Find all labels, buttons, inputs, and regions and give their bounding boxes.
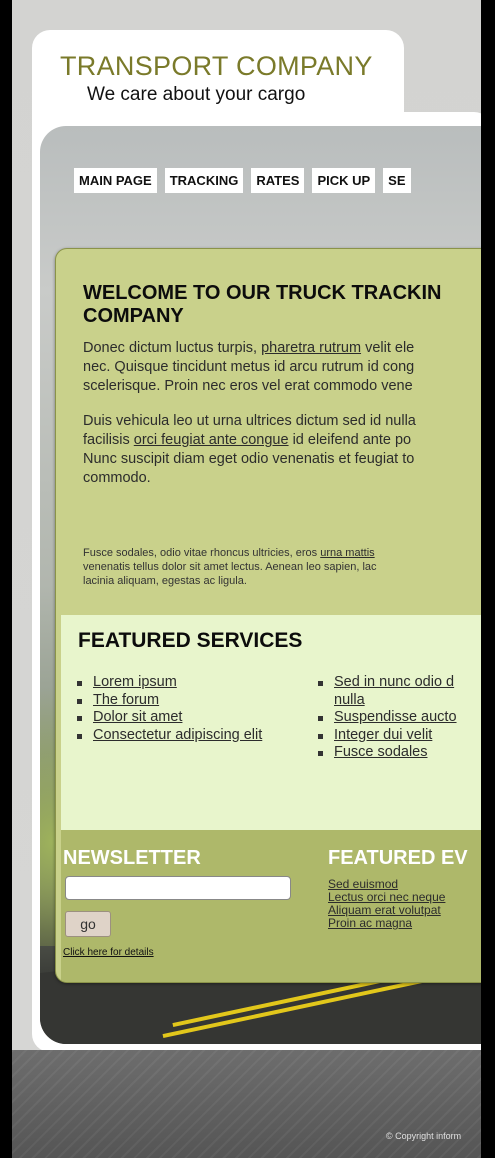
newsletter-email-input[interactable] bbox=[65, 876, 291, 900]
copyright-text: © Copyright inform bbox=[386, 1131, 462, 1141]
welcome-paragraph-3: Fusce sodales, odio vitae rhoncus ultric… bbox=[83, 546, 377, 588]
footer-band bbox=[12, 1050, 481, 1158]
welcome-paragraph-2: Duis vehicula leo ut urna ultrices dictu… bbox=[83, 412, 416, 488]
newsletter-events-band: NEWSLETTER go Click here for details FEA… bbox=[61, 830, 481, 982]
list-item: Integer dui velit bbox=[318, 727, 457, 745]
bullet-icon bbox=[77, 733, 82, 739]
bullet-icon bbox=[318, 751, 323, 756]
paragraph-text: scelerisque. Proin nec eros vel erat com… bbox=[83, 378, 413, 394]
paragraph-text: Duis vehicula leo ut urna ultrices dictu… bbox=[83, 413, 416, 429]
newsletter-go-button[interactable]: go bbox=[65, 911, 111, 937]
site-title[interactable]: TRANSPORT COMPANY bbox=[60, 51, 373, 82]
paragraph-text: nec. Quisque tincidunt metus id arcu rut… bbox=[83, 359, 415, 375]
list-item: Sed in nunc odio d bbox=[318, 674, 457, 692]
list-item: nulla bbox=[318, 692, 457, 710]
paragraph-text: venenatis tellus dolor sit amet lectus. … bbox=[83, 561, 377, 573]
events-list: Sed euismod Lectus orci nec neque Aliqua… bbox=[328, 878, 445, 930]
nav-tracking[interactable]: TRACKING bbox=[164, 168, 244, 193]
list-item: The forum bbox=[77, 692, 262, 710]
newsletter-heading: NEWSLETTER bbox=[63, 847, 201, 869]
featured-services-section: FEATURED SERVICES Lorem ipsum The forum … bbox=[61, 615, 481, 830]
service-link[interactable]: nulla bbox=[334, 692, 365, 708]
bullet-icon bbox=[77, 681, 82, 686]
list-item: Lorem ipsum bbox=[77, 674, 262, 692]
services-list-2: Sed in nunc odio d nulla Suspendisse auc… bbox=[318, 674, 457, 762]
list-item: Proin ac magna bbox=[328, 917, 445, 930]
welcome-heading: WELCOME TO OUR TRUCK TRACKIN COMPANY bbox=[83, 282, 481, 328]
paragraph-text: Donec dictum luctus turpis, bbox=[83, 340, 262, 356]
bullet-icon bbox=[77, 698, 82, 704]
paragraph-text: id eleifend ante po bbox=[288, 432, 412, 448]
paragraph-text: facilisis bbox=[83, 432, 134, 448]
list-item: Dolor sit amet bbox=[77, 709, 262, 727]
event-link[interactable]: Proin ac magna bbox=[328, 916, 412, 930]
service-link[interactable]: Lorem ipsum bbox=[93, 674, 177, 690]
welcome-heading-line: WELCOME TO OUR TRUCK TRACKIN bbox=[83, 282, 442, 304]
bullet-icon bbox=[318, 716, 323, 721]
bullet-icon bbox=[318, 733, 323, 739]
content-panel: WELCOME TO OUR TRUCK TRACKIN COMPANY Don… bbox=[55, 248, 481, 983]
service-link[interactable]: Consectetur adipiscing elit bbox=[93, 727, 262, 743]
newsletter-details-link[interactable]: Click here for details bbox=[63, 947, 154, 958]
nav-pick-up[interactable]: PICK UP bbox=[312, 168, 376, 193]
list-item: Suspendisse aucto bbox=[318, 709, 457, 727]
services-heading: FEATURED SERVICES bbox=[78, 629, 303, 652]
paragraph-text: Nunc suscipit diam eget odio venenatis e… bbox=[83, 451, 415, 467]
nav-rates[interactable]: RATES bbox=[251, 168, 305, 193]
service-link[interactable]: Sed in nunc odio d bbox=[334, 674, 454, 690]
bullet-icon bbox=[77, 716, 82, 721]
service-link[interactable]: Fusce sodales bbox=[334, 744, 428, 760]
window-edge bbox=[481, 0, 495, 1158]
service-link[interactable]: Suspendisse aucto bbox=[334, 709, 457, 725]
nav-main-page[interactable]: MAIN PAGE bbox=[74, 168, 157, 193]
bullet-icon bbox=[318, 681, 323, 686]
pharetra-rutrum-link[interactable]: pharetra rutrum bbox=[261, 340, 361, 356]
welcome-paragraph-1: Donec dictum luctus turpis, pharetra rut… bbox=[83, 339, 414, 396]
paragraph-text: commodo. bbox=[83, 470, 151, 486]
service-link[interactable]: Integer dui velit bbox=[334, 727, 432, 743]
paragraph-text: velit ele bbox=[361, 340, 415, 356]
services-list-1: Lorem ipsum The forum Dolor sit amet Con… bbox=[77, 674, 262, 744]
welcome-heading-line: COMPANY bbox=[83, 305, 184, 327]
nav-services[interactable]: SE bbox=[383, 168, 411, 193]
site-tagline: We care about your cargo bbox=[87, 84, 306, 105]
service-link[interactable]: Dolor sit amet bbox=[93, 709, 182, 725]
page-viewport: TRANSPORT COMPANY We care about your car… bbox=[12, 0, 481, 1158]
service-link[interactable]: The forum bbox=[93, 692, 159, 708]
event-link[interactable]: Aliquam erat volutpat bbox=[328, 903, 441, 917]
list-item: Consectetur adipiscing elit bbox=[77, 727, 262, 745]
event-link[interactable]: Sed euismod bbox=[328, 877, 398, 891]
events-heading: FEATURED EV bbox=[328, 847, 468, 869]
urna-mattis-link[interactable]: urna mattis bbox=[320, 547, 374, 559]
list-item: Fusce sodales bbox=[318, 744, 457, 762]
paragraph-text: lacinia aliquam, egestas ac ligula. bbox=[83, 575, 247, 587]
orci-feugiat-link[interactable]: orci feugiat ante congue bbox=[134, 432, 289, 448]
paragraph-text: Fusce sodales, odio vitae rhoncus ultric… bbox=[83, 547, 321, 559]
event-link[interactable]: Lectus orci nec neque bbox=[328, 890, 445, 904]
main-nav: MAIN PAGE TRACKING RATES PICK UP SE bbox=[74, 168, 411, 193]
